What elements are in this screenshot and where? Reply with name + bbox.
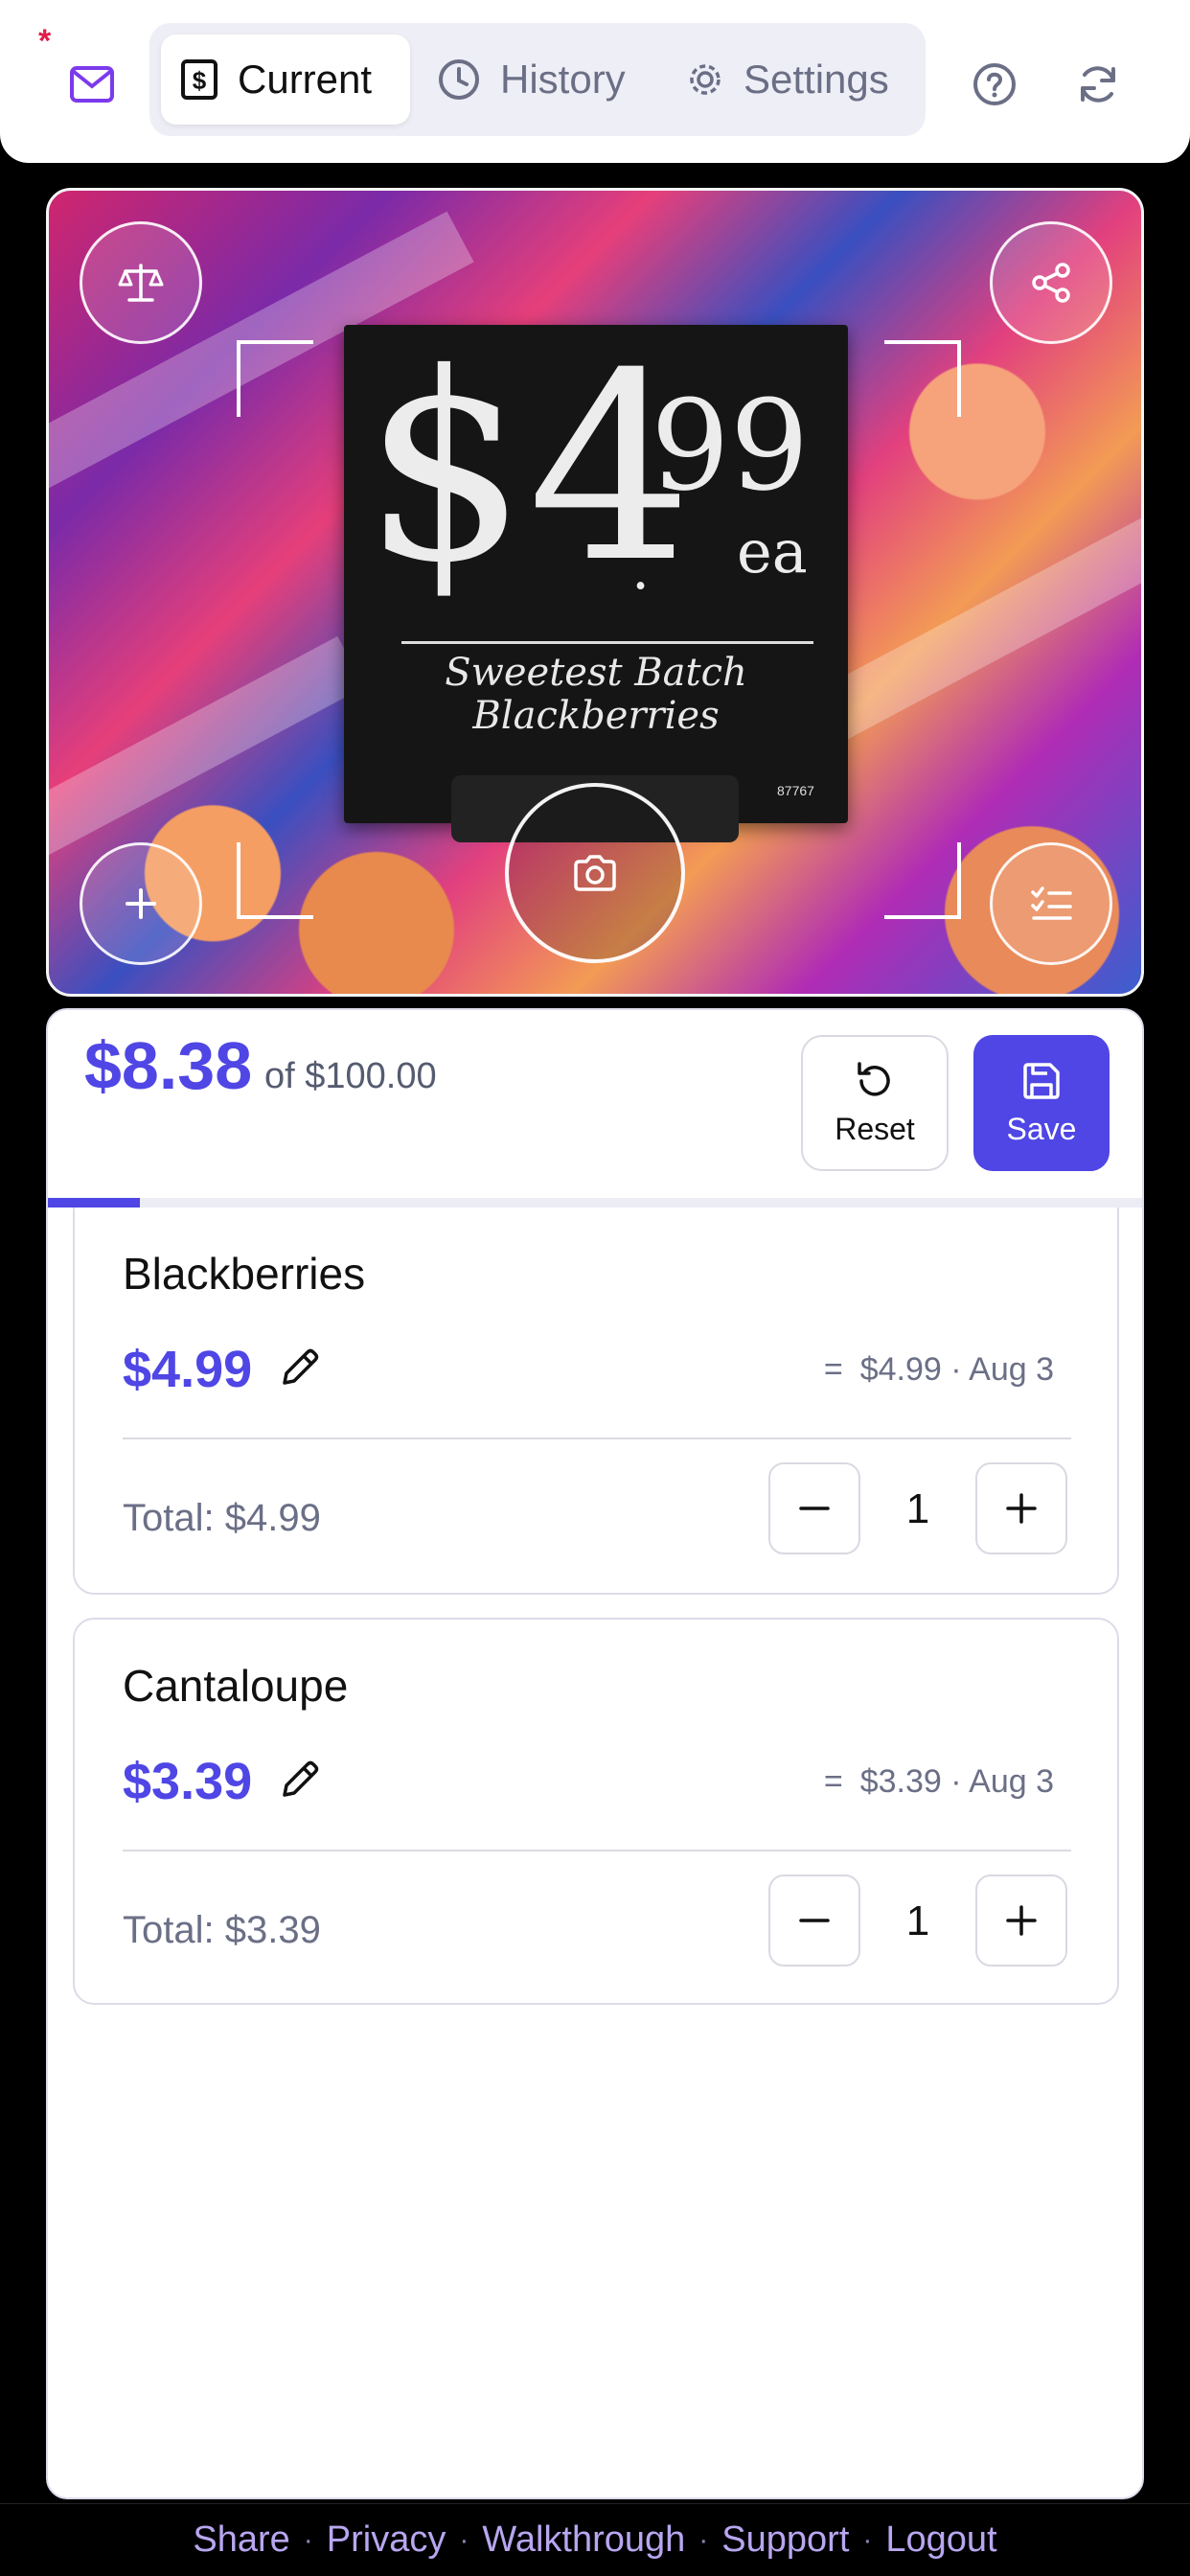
price-history: = $4.99 · Aug 3 bbox=[824, 1351, 1054, 1389]
tab-history-label: History bbox=[500, 57, 626, 102]
item-price: $3.39 bbox=[123, 1753, 253, 1810]
refresh-icon bbox=[1081, 66, 1115, 103]
footer-separator: · bbox=[459, 2523, 469, 2556]
increase-quantity-button[interactable] bbox=[975, 1462, 1067, 1554]
footer-link-logout[interactable]: Logout bbox=[885, 2519, 996, 2561]
equals-icon: = bbox=[823, 1763, 843, 1800]
tab-history[interactable]: History bbox=[418, 34, 657, 125]
help-button[interactable] bbox=[960, 50, 1029, 119]
list-item: Blackberries $4.99 = $4.99 · Aug 3 Total:… bbox=[73, 1208, 1119, 1595]
budget-progress bbox=[48, 1198, 1142, 1208]
plus-icon bbox=[126, 888, 156, 919]
equals-icon: = bbox=[823, 1351, 843, 1388]
tab-current-label: Current bbox=[238, 57, 373, 102]
divider bbox=[123, 1850, 1071, 1852]
decrease-quantity-button[interactable] bbox=[768, 1462, 860, 1554]
divider bbox=[123, 1438, 1071, 1439]
pencil-icon bbox=[283, 1348, 319, 1385]
reset-button[interactable]: Reset bbox=[801, 1035, 949, 1171]
pencil-icon bbox=[283, 1760, 319, 1797]
price-sign: $4 99 . ea Sweetest Batch Blackberries bbox=[344, 325, 848, 823]
footer-separator: · bbox=[698, 2523, 709, 2556]
minus-icon bbox=[799, 1919, 830, 1922]
budget-label: of $100.00 bbox=[264, 1056, 437, 1096]
compare-button[interactable] bbox=[80, 221, 202, 344]
price-history-text: $3.39 · Aug 3 bbox=[859, 1763, 1054, 1800]
running-total: $8.38 bbox=[84, 1028, 253, 1103]
item-name: Cantaloupe bbox=[123, 1661, 349, 1711]
svg-text:$: $ bbox=[193, 66, 207, 95]
background-wrapper bbox=[49, 635, 365, 877]
quantity-value: 1 bbox=[905, 1485, 930, 1532]
add-item-button[interactable] bbox=[80, 842, 202, 965]
price-history: = $3.39 · Aug 3 bbox=[824, 1763, 1054, 1801]
mail-button[interactable] bbox=[57, 50, 126, 119]
save-button[interactable]: Save bbox=[973, 1035, 1110, 1171]
receipt-dollar-icon: $ bbox=[181, 59, 217, 100]
price-history-text: $4.99 · Aug 3 bbox=[859, 1351, 1054, 1388]
unread-indicator: * bbox=[38, 23, 52, 59]
budget-progress-fill bbox=[48, 1198, 141, 1208]
footer-link-support[interactable]: Support bbox=[721, 2519, 849, 2561]
scan-frame-corner bbox=[237, 842, 313, 919]
scan-frame-corner bbox=[884, 842, 961, 919]
scan-frame-corner bbox=[884, 340, 961, 417]
sign-unit: ea bbox=[737, 517, 808, 586]
checklist-button[interactable] bbox=[990, 842, 1112, 965]
share-icon bbox=[1032, 263, 1070, 303]
save-label: Save bbox=[1006, 1111, 1077, 1146]
edit-price-button[interactable] bbox=[272, 1342, 326, 1395]
top-bar: * $ Current History Settings bbox=[0, 0, 1190, 163]
tab-settings[interactable]: Settings bbox=[667, 34, 916, 125]
clock-icon bbox=[439, 59, 479, 100]
help-icon bbox=[973, 63, 1016, 105]
gear-icon bbox=[690, 64, 721, 95]
camera-icon bbox=[574, 855, 616, 891]
item-total: Total: $4.99 bbox=[123, 1497, 321, 1539]
scan-frame-corner bbox=[237, 340, 313, 417]
capture-button[interactable] bbox=[505, 783, 685, 963]
save-icon bbox=[1023, 1062, 1060, 1099]
sign-underline bbox=[401, 641, 813, 644]
footer-link-privacy[interactable]: Privacy bbox=[327, 2519, 446, 2561]
camera-viewfinder[interactable]: $4 99 . ea Sweetest Batch Blackberries 8… bbox=[46, 188, 1144, 997]
item-price: $4.99 bbox=[123, 1341, 253, 1398]
sign-caption-line2: Blackberries bbox=[472, 694, 720, 738]
item-name: Blackberries bbox=[123, 1249, 366, 1299]
sign-code: 87767 bbox=[777, 783, 814, 798]
checklist-icon bbox=[1031, 886, 1072, 920]
plus-icon bbox=[1006, 1905, 1037, 1936]
sign-caption-line1: Sweetest Batch bbox=[445, 651, 747, 695]
tab-settings-label: Settings bbox=[744, 57, 889, 102]
sign-price-cents: 99 bbox=[651, 373, 810, 518]
footer-link-share[interactable]: Share bbox=[193, 2519, 289, 2561]
footer-links: Share · Privacy · Walkthrough · Support … bbox=[0, 2503, 1190, 2576]
sign-price: $4 99 . ea bbox=[363, 339, 809, 604]
edit-price-button[interactable] bbox=[272, 1754, 326, 1807]
footer-separator: · bbox=[862, 2523, 873, 2556]
tab-current[interactable]: $ Current bbox=[161, 34, 410, 125]
increase-quantity-button[interactable] bbox=[975, 1874, 1067, 1966]
reset-label: Reset bbox=[835, 1111, 915, 1146]
decrease-quantity-button[interactable] bbox=[768, 1874, 860, 1966]
quantity-value: 1 bbox=[905, 1898, 930, 1944]
item-total: Total: $3.39 bbox=[123, 1909, 321, 1951]
shopping-list-panel: $8.38 of $100.00 Reset Save Blackberries… bbox=[46, 1008, 1144, 2499]
sign-dot: . bbox=[631, 536, 651, 603]
plus-icon bbox=[1006, 1493, 1037, 1524]
refresh-button[interactable] bbox=[1064, 50, 1133, 119]
reset-icon bbox=[858, 1061, 890, 1096]
main-tabs: $ Current History Settings bbox=[149, 23, 926, 136]
share-button[interactable] bbox=[990, 221, 1112, 344]
footer-separator: · bbox=[303, 2523, 313, 2556]
scale-icon bbox=[118, 264, 164, 302]
minus-icon bbox=[799, 1506, 830, 1510]
list-item: Cantaloupe $3.39 = $3.39 · Aug 3 Total: $… bbox=[73, 1618, 1119, 2005]
mail-icon bbox=[70, 66, 114, 103]
footer-link-walkthrough[interactable]: Walkthrough bbox=[482, 2519, 685, 2561]
